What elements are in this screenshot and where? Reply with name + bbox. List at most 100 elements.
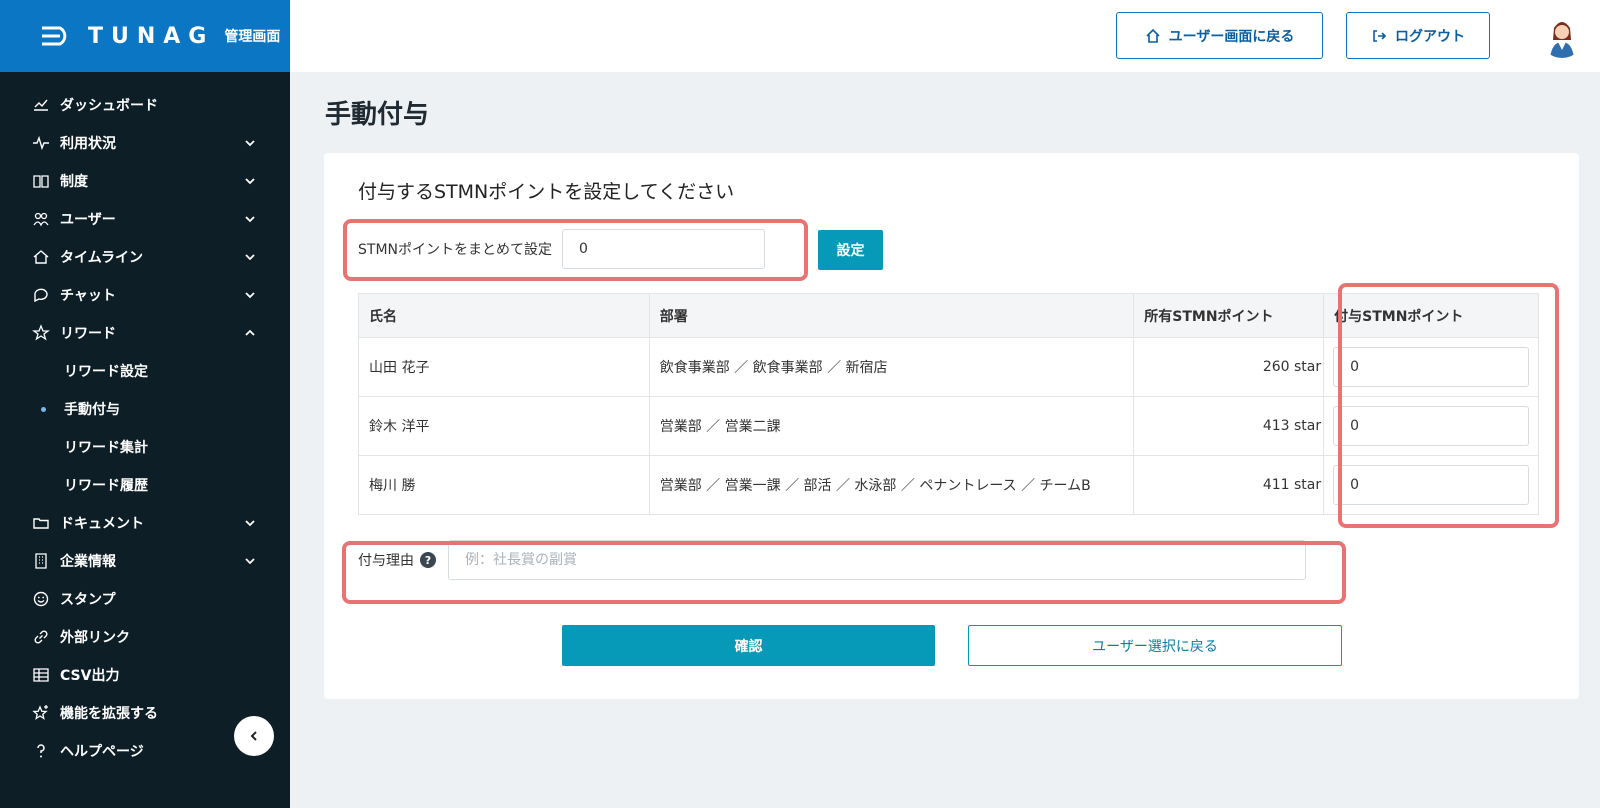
sidebar: TUNAG 管理画面 ダッシュボード 利用状況制度ユーザータイムライン チャットリワ…	[0, 0, 290, 808]
sidebar-subitem[interactable]: リワード履歴	[0, 466, 290, 504]
sidebar-item-label: CSV出力	[60, 668, 120, 684]
sidebar-item-label: リワード	[60, 326, 116, 342]
reason-input[interactable]	[448, 540, 1306, 580]
sidebar-item[interactable]: リワード	[0, 314, 290, 352]
help-circle-icon[interactable]: ?	[420, 552, 436, 568]
sidebar-subitem-label: リワード設定	[64, 364, 148, 380]
table-row: 梅川 勝 営業部 ／ 営業一課 ／ 部活 ／ 水泳部 ／ ペナントレース ／ チ…	[358, 455, 1539, 515]
chevron-down-icon	[244, 213, 256, 225]
user-screen-label: ユーザー画面に戻る	[1168, 28, 1295, 45]
grant-cell	[1323, 455, 1539, 515]
col-header-dept: 部署	[648, 293, 1135, 338]
user-dept: 飲食事業部 ／ 飲食事業部 ／ 新宿店	[648, 337, 1135, 397]
sidebar-item[interactable]: チャット	[0, 276, 290, 314]
sidebar-item-label: タイムライン	[60, 250, 144, 266]
bulk-set-label: STMNポイントをまとめて設定	[358, 242, 552, 258]
owned-points: 411 star	[1133, 455, 1325, 515]
avatar[interactable]	[1540, 14, 1584, 58]
sidebar-item-label: チャット	[60, 288, 116, 304]
grant-points-input[interactable]	[1333, 465, 1529, 505]
bulk-set-row: STMNポイントをまとめて設定	[358, 229, 765, 269]
owned-points: 413 star	[1133, 396, 1325, 456]
chart-line-icon	[32, 96, 50, 114]
sidebar-subitem[interactable]: 手動付与	[0, 390, 290, 428]
grant-cell	[1323, 337, 1539, 397]
star-icon	[32, 324, 50, 342]
smiley-icon	[32, 590, 50, 608]
user-dept: 営業部 ／ 営業二課	[648, 396, 1135, 456]
col-header-grant: 付与STMNポイント	[1323, 293, 1539, 338]
user-name: 梅川 勝	[358, 455, 650, 515]
sidebar-item[interactable]: ユーザー	[0, 200, 290, 238]
chevron-down-icon	[244, 251, 256, 263]
logout-icon	[1371, 28, 1387, 44]
back-to-user-select-button[interactable]: ユーザー選択に戻る	[968, 625, 1342, 666]
tunag-logo-icon	[40, 25, 74, 47]
user-dept: 営業部 ／ 営業一課 ／ 部活 ／ 水泳部 ／ ペナントレース ／ チームB	[648, 455, 1135, 515]
sidebar-item[interactable]: スタンプ	[0, 580, 290, 618]
question-icon	[32, 742, 50, 760]
sidebar-item-label: 機能を拡張する	[60, 706, 158, 722]
sidebar-subitem-label: リワード集計	[64, 440, 148, 456]
sidebar-item-label: ダッシュボード	[60, 98, 158, 114]
user-screen-button[interactable]: ユーザー画面に戻る	[1116, 12, 1323, 59]
top-header: ユーザー画面に戻る ログアウト	[290, 0, 1600, 72]
brand-header[interactable]: TUNAG 管理画面	[0, 0, 290, 72]
reason-row: 付与理由 ?	[358, 540, 1306, 580]
logout-label: ログアウト	[1395, 28, 1465, 45]
sidebar-subitem[interactable]: リワード集計	[0, 428, 290, 466]
chat-bubble-icon	[32, 286, 50, 304]
folder-icon	[32, 514, 50, 532]
star-plus-icon	[32, 704, 50, 722]
sidebar-item-label: ユーザー	[60, 212, 116, 228]
grant-points-input[interactable]	[1333, 406, 1529, 446]
sidebar-collapse-button[interactable]	[234, 716, 274, 756]
sidebar-item-label: 利用状況	[60, 136, 116, 152]
home-icon	[1145, 28, 1161, 44]
sidebar-item[interactable]: CSV出力	[0, 656, 290, 694]
page-title: 手動付与	[325, 100, 430, 130]
brand-wordmark: TUNAG	[88, 23, 215, 49]
brand-subtitle: 管理画面	[224, 29, 281, 45]
sidebar-item[interactable]: ドキュメント	[0, 504, 290, 542]
chevron-down-icon	[244, 555, 256, 567]
users-icon	[32, 210, 50, 228]
sidebar-item[interactable]: 利用状況	[0, 124, 290, 162]
sidebar-item[interactable]: ダッシュボード	[0, 86, 290, 124]
sidebar-item-label: 制度	[60, 174, 88, 190]
bulk-set-button[interactable]: 設定	[818, 230, 883, 270]
sidebar-subitem[interactable]: リワード設定	[0, 352, 290, 390]
link-icon	[32, 628, 50, 646]
sidebar-item[interactable]: 制度	[0, 162, 290, 200]
sidebar-nav: ダッシュボード 利用状況制度ユーザータイムライン チャットリワードリワード設定手動付…	[0, 72, 290, 770]
pulse-icon	[32, 134, 50, 152]
home-icon	[32, 248, 50, 266]
chevron-down-icon	[244, 517, 256, 529]
building-icon	[32, 552, 50, 570]
bulk-points-input[interactable]	[562, 229, 765, 269]
owned-points: 260 star	[1133, 337, 1325, 397]
table-icon	[32, 666, 50, 684]
confirm-button[interactable]: 確認	[562, 625, 935, 666]
sidebar-item-label: 外部リンク	[60, 630, 130, 646]
book-icon	[32, 172, 50, 190]
chevron-down-icon	[244, 137, 256, 149]
col-header-name: 氏名	[358, 293, 650, 338]
user-name: 鈴木 洋平	[358, 396, 650, 456]
grant-points-input[interactable]	[1333, 347, 1529, 387]
table-header-row: 氏名 部署 所有STMNポイント 付与STMNポイント	[358, 293, 1539, 338]
sidebar-item[interactable]: 外部リンク	[0, 618, 290, 656]
sidebar-item[interactable]: タイムライン	[0, 238, 290, 276]
table-row: 山田 花子 飲食事業部 ／ 飲食事業部 ／ 新宿店 260 star	[358, 337, 1539, 397]
chevron-down-icon	[244, 175, 256, 187]
sidebar-item-label: 企業情報	[60, 554, 116, 570]
form-heading: 付与するSTMNポイントを設定してください	[358, 181, 735, 203]
sidebar-item[interactable]: 企業情報	[0, 542, 290, 580]
table-row: 鈴木 洋平 営業部 ／ 営業二課 413 star	[358, 396, 1539, 456]
user-name: 山田 花子	[358, 337, 650, 397]
chevron-left-icon	[250, 731, 257, 741]
logout-button[interactable]: ログアウト	[1346, 12, 1490, 59]
reason-label: 付与理由	[358, 553, 414, 569]
col-header-owned: 所有STMNポイント	[1133, 293, 1325, 338]
sidebar-item-label: スタンプ	[60, 592, 116, 608]
